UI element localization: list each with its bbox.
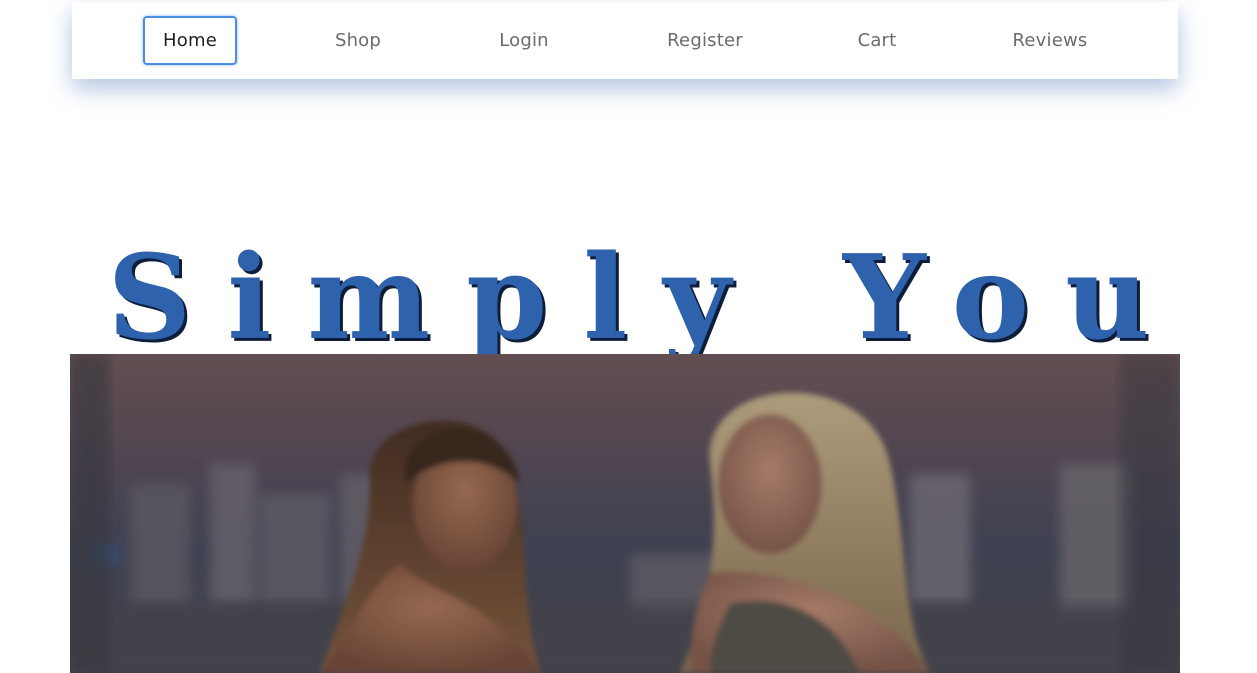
nav-register-link[interactable]: Register [650,2,760,79]
nav-home-link[interactable]: Home [143,2,237,79]
nav-cart-label: Cart [857,30,897,51]
nav-reviews-link[interactable]: Reviews [997,2,1103,79]
focus-ring [143,16,237,65]
nav-login-label: Login [499,30,549,51]
nav-shop-link[interactable]: Shop [308,2,408,79]
main-navbar: Home Shop Login Register Cart Reviews [72,2,1178,79]
nav-register-label: Register [667,30,743,51]
hero-photo [70,354,1180,673]
page: Home Shop Login Register Cart Reviews Si… [0,0,1257,673]
nav-shop-label: Shop [334,30,382,51]
nav-login-link[interactable]: Login [474,2,574,79]
hero-image [70,354,1180,673]
nav-reviews-label: Reviews [1012,30,1088,51]
site-title: Simply You [107,229,1186,366]
nav-cart-link[interactable]: Cart [827,2,927,79]
